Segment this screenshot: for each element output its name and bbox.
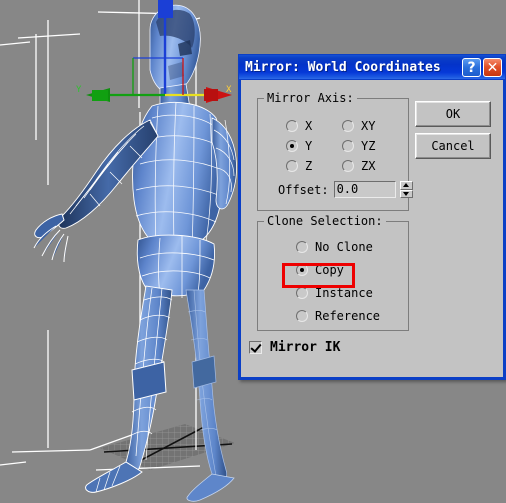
- radio-label-reference: Reference: [315, 309, 381, 323]
- radio-mark-reference[interactable]: [296, 310, 308, 322]
- radio-label-z: Z: [305, 159, 313, 173]
- radio-mark-instance[interactable]: [296, 287, 308, 299]
- mirror-dialog[interactable]: Mirror: World Coordinates ? ✕ Mirror Axi…: [238, 54, 506, 380]
- radio-label-x: X: [305, 119, 313, 133]
- mirror-ik-check-mark[interactable]: [249, 341, 262, 354]
- offset-label: Offset:: [278, 182, 329, 197]
- radio-mark-xy[interactable]: [342, 120, 354, 132]
- mirror-axis-group-label: Mirror Axis:: [264, 91, 357, 105]
- clone-selection-group-label: Clone Selection:: [264, 214, 386, 228]
- radio-mirror-axis-yz[interactable]: YZ: [342, 139, 375, 153]
- radio-label-copy: Copy: [315, 263, 344, 277]
- help-icon[interactable]: ?: [462, 58, 481, 77]
- gizmo-x-label: X: [226, 85, 232, 95]
- dialog-titlebar[interactable]: Mirror: World Coordinates ? ✕: [238, 54, 506, 80]
- ok-button[interactable]: OK: [415, 101, 491, 127]
- radio-mark-zx[interactable]: [342, 160, 354, 172]
- clone-selection-group: Clone Selection: No Clone Copy Instance …: [257, 214, 409, 331]
- cancel-button[interactable]: Cancel: [415, 133, 491, 159]
- radio-mirror-axis-xy[interactable]: XY: [342, 119, 375, 133]
- radio-mirror-axis-y[interactable]: Y: [286, 139, 312, 153]
- offset-spinner-up-icon[interactable]: [399, 181, 413, 190]
- radio-clone-no-clone[interactable]: No Clone: [296, 240, 373, 254]
- radio-mark-copy[interactable]: [296, 264, 308, 276]
- radio-label-no-clone: No Clone: [315, 240, 373, 254]
- offset-spinner[interactable]: [399, 181, 413, 198]
- gizmo-z-handle[interactable]: [158, 0, 173, 18]
- offset-row: Offset: 0.0: [278, 181, 413, 198]
- radio-mark-no-clone[interactable]: [296, 241, 308, 253]
- radio-mirror-axis-x[interactable]: X: [286, 119, 312, 133]
- radio-clone-copy[interactable]: Copy: [296, 263, 344, 277]
- radio-mirror-axis-zx[interactable]: ZX: [342, 159, 375, 173]
- radio-label-y: Y: [305, 139, 313, 153]
- radio-clone-reference[interactable]: Reference: [296, 309, 380, 323]
- radio-label-xy: XY: [361, 119, 376, 133]
- radio-clone-instance[interactable]: Instance: [296, 286, 373, 300]
- radio-label-yz: YZ: [361, 139, 376, 153]
- radio-mark-yz[interactable]: [342, 140, 354, 152]
- screen-root: Y X Mirror: World Coordinates ? ✕ Mirror…: [0, 0, 506, 503]
- gizmo-y-label: Y: [76, 85, 82, 95]
- offset-input[interactable]: 0.0: [333, 181, 396, 198]
- radio-label-zx: ZX: [361, 159, 376, 173]
- radio-label-instance: Instance: [315, 286, 373, 300]
- radio-mark-x[interactable]: [286, 120, 298, 132]
- dialog-title: Mirror: World Coordinates: [245, 59, 441, 75]
- radio-mark-z[interactable]: [286, 160, 298, 172]
- radio-mark-y[interactable]: [286, 140, 298, 152]
- mirror-ik-checkbox[interactable]: Mirror IK: [249, 340, 340, 355]
- mirror-ik-label: Mirror IK: [270, 340, 341, 355]
- caption-buttons: ? ✕: [462, 58, 502, 77]
- close-icon[interactable]: ✕: [483, 58, 502, 77]
- offset-spinner-down-icon[interactable]: [399, 189, 413, 198]
- radio-mirror-axis-z[interactable]: Z: [286, 159, 312, 173]
- mirror-axis-group: Mirror Axis: X Y Z XY YZ ZX Offset: 0.0: [257, 91, 413, 211]
